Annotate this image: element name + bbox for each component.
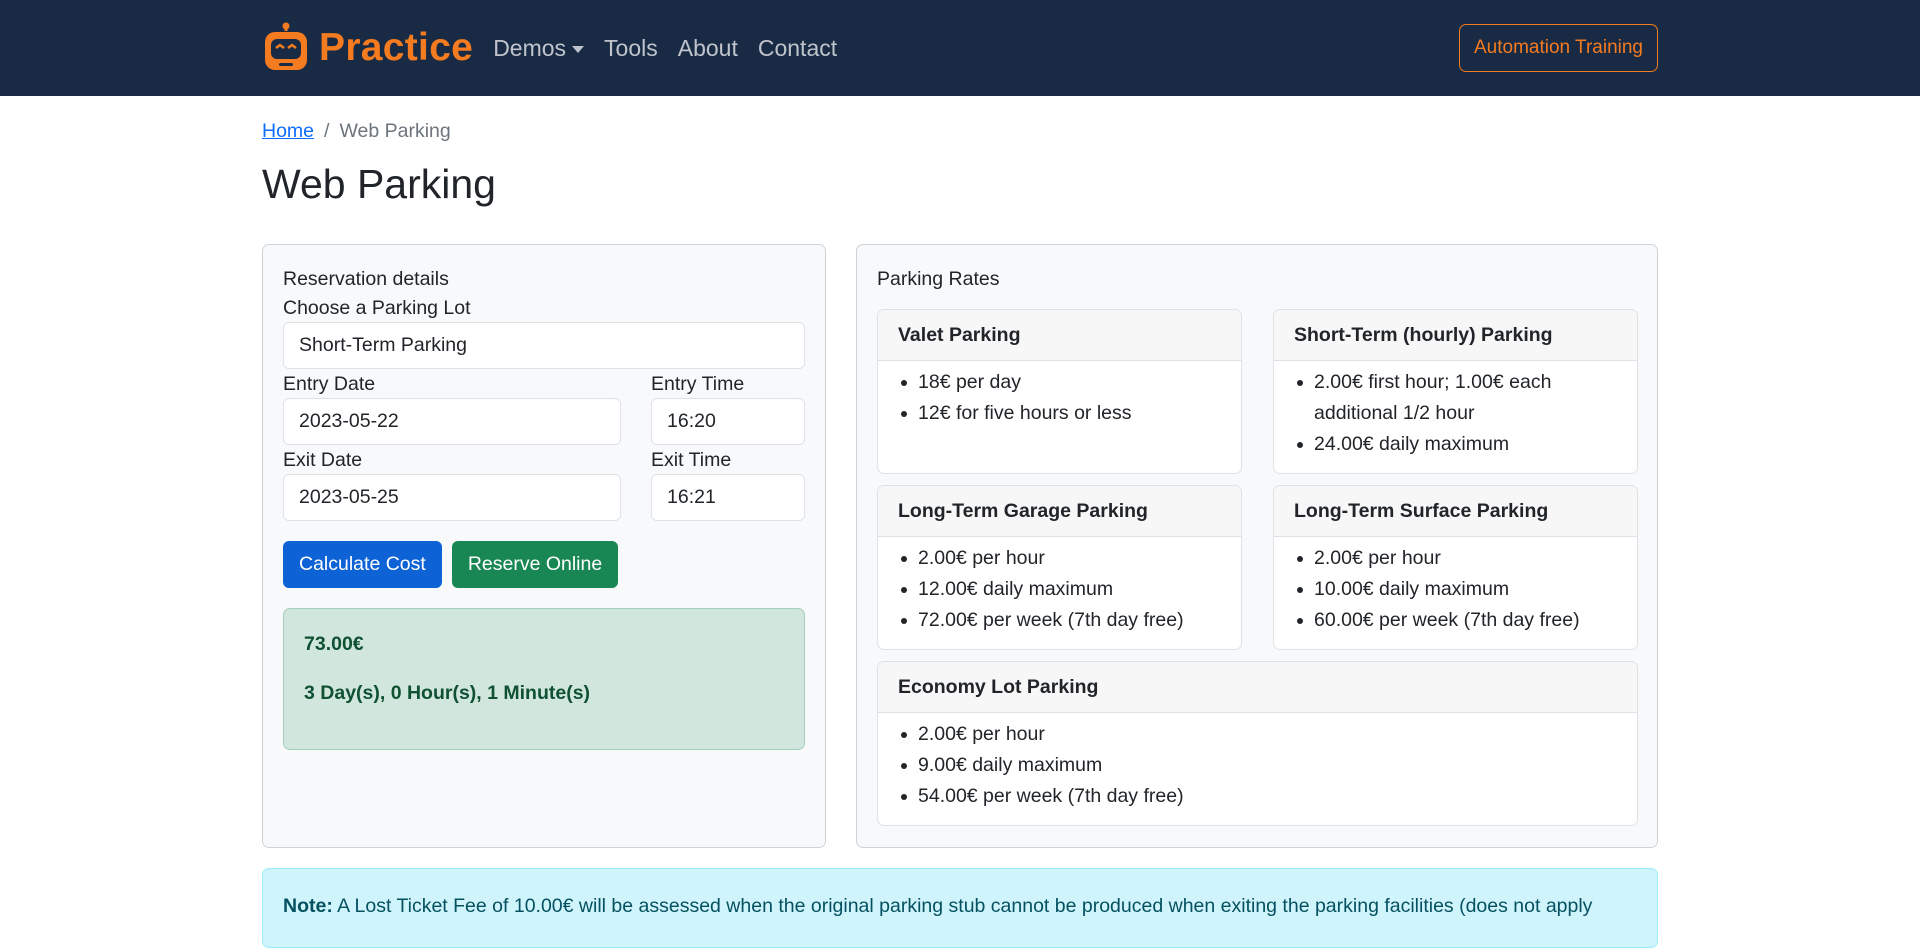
breadcrumb-home-link[interactable]: Home: [262, 120, 314, 143]
entry-time-label: Entry Time: [651, 373, 745, 395]
rate-card-title: Valet Parking: [878, 310, 1241, 361]
top-navbar: Practice Demos Tools About Contact Autom…: [0, 0, 1920, 96]
nav-contact-link[interactable]: Contact: [748, 35, 847, 62]
rate-list: 2.00€ first hour; 1.00€ each additional …: [1274, 361, 1637, 460]
entry-date-label: Entry Date: [283, 373, 376, 395]
robot-logo-icon: [265, 22, 307, 70]
exit-time-input[interactable]: 16:21: [651, 474, 805, 521]
rate-card-title: Short-Term (hourly) Parking: [1274, 310, 1637, 361]
exit-time-label: Exit Time: [651, 449, 732, 471]
rate-item: 60.00€ per week (7th day free): [1294, 605, 1617, 636]
chevron-down-icon: [572, 45, 585, 53]
parking-rates-title: Parking Rates: [877, 268, 1000, 290]
rate-item: 10.00€ daily maximum: [1294, 574, 1617, 605]
rate-list: 2.00€ per hour 9.00€ daily maximum 54.00…: [878, 713, 1637, 812]
rate-item: 2.00€ per hour: [1294, 543, 1617, 574]
entry-date-group: Entry Date 2023-05-22: [283, 369, 621, 445]
rate-card-title: Long-Term Surface Parking: [1274, 486, 1637, 537]
rate-item: 72.00€ per week (7th day free): [898, 605, 1221, 636]
brand-text: Practice: [319, 26, 474, 69]
reservation-panel: Reservation details Choose a Parking Lot…: [262, 244, 826, 848]
rates-grid: Valet Parking 18€ per day 12€ for five h…: [877, 309, 1638, 826]
nav-demos-dropdown[interactable]: Demos: [483, 35, 594, 62]
nav-demos-label: Demos: [493, 34, 567, 61]
reservation-title: Reservation details: [283, 268, 449, 290]
rate-card-economy: Economy Lot Parking 2.00€ per hour 9.00€…: [877, 661, 1638, 826]
rate-item: 54.00€ per week (7th day free): [898, 781, 1617, 812]
exit-date-group: Exit Date 2023-05-25: [283, 445, 621, 521]
rate-card-long-term-garage: Long-Term Garage Parking 2.00€ per hour …: [877, 485, 1242, 650]
rate-card-valet: Valet Parking 18€ per day 12€ for five h…: [877, 309, 1242, 474]
nav-tools-link[interactable]: Tools: [594, 35, 668, 62]
navbar-content: Practice Demos Tools About Contact Autom…: [262, 0, 1658, 96]
parking-lot-value: Short-Term Parking: [299, 334, 467, 356]
exit-row: Exit Date 2023-05-25 Exit Time 16:21: [283, 445, 805, 521]
parking-lot-label: Choose a Parking Lot: [283, 297, 471, 319]
page-title: Web Parking: [262, 161, 496, 207]
rate-card-title: Long-Term Garage Parking: [878, 486, 1241, 537]
rate-item: 2.00€ per hour: [898, 543, 1221, 574]
entry-date-value: 2023-05-22: [299, 410, 399, 432]
result-duration: 3 Day(s), 0 Hour(s), 1 Minute(s): [304, 682, 591, 704]
rate-item: 2.00€ per hour: [898, 719, 1617, 750]
note-text: A Lost Ticket Fee of 10.00€ will be asse…: [337, 895, 1593, 917]
exit-date-value: 2023-05-25: [299, 486, 399, 508]
entry-time-input[interactable]: 16:20: [651, 398, 805, 445]
entry-time-group: Entry Time 16:20: [651, 369, 805, 445]
automation-training-button[interactable]: Automation Training: [1459, 24, 1658, 72]
rate-card-title: Economy Lot Parking: [878, 662, 1637, 713]
rate-item: 12.00€ daily maximum: [898, 574, 1221, 605]
brand-link[interactable]: Practice: [262, 22, 473, 74]
action-buttons: Calculate Cost Reserve Online: [283, 541, 805, 588]
parking-lot-select[interactable]: Short-Term Parking: [283, 322, 805, 369]
rate-card-long-term-surface: Long-Term Surface Parking 2.00€ per hour…: [1273, 485, 1638, 650]
entry-date-input[interactable]: 2023-05-22: [283, 398, 621, 445]
breadcrumb-current: Web Parking: [339, 120, 451, 142]
nav-about-link[interactable]: About: [668, 35, 748, 62]
exit-date-label: Exit Date: [283, 449, 363, 471]
rate-item: 2.00€ first hour; 1.00€ each additional …: [1294, 367, 1617, 429]
breadcrumb: Home / Web Parking: [262, 120, 1658, 143]
entry-row: Entry Date 2023-05-22 Entry Time 16:20: [283, 369, 805, 445]
rate-card-short-term: Short-Term (hourly) Parking 2.00€ first …: [1273, 309, 1638, 474]
main-container: Home / Web Parking Web Parking Reservati…: [262, 96, 1658, 948]
parking-rates-panel: Parking Rates Valet Parking 18€ per day …: [856, 244, 1658, 848]
exit-time-group: Exit Time 16:21: [651, 445, 805, 521]
rate-item: 24.00€ daily maximum: [1294, 429, 1617, 460]
rate-list: 2.00€ per hour 12.00€ daily maximum 72.0…: [878, 537, 1241, 636]
rate-item: 9.00€ daily maximum: [898, 750, 1617, 781]
calculate-cost-button[interactable]: Calculate Cost: [283, 541, 442, 588]
exit-date-input[interactable]: 2023-05-25: [283, 474, 621, 521]
result-cost: 73.00€: [304, 633, 364, 655]
lost-ticket-note: Note: A Lost Ticket Fee of 10.00€ will b…: [262, 868, 1658, 948]
note-label: Note:: [283, 895, 333, 917]
rate-list: 2.00€ per hour 10.00€ daily maximum 60.0…: [1274, 537, 1637, 636]
rate-list: 18€ per day 12€ for five hours or less: [878, 361, 1241, 429]
reserve-online-button[interactable]: Reserve Online: [451, 541, 619, 588]
cost-result-box: 73.00€ 3 Day(s), 0 Hour(s), 1 Minute(s): [283, 608, 805, 750]
entry-time-value: 16:20: [667, 410, 716, 432]
exit-time-value: 16:21: [667, 486, 716, 508]
rate-item: 12€ for five hours or less: [898, 398, 1221, 429]
rate-item: 18€ per day: [898, 367, 1221, 398]
breadcrumb-separator: /: [324, 120, 330, 142]
